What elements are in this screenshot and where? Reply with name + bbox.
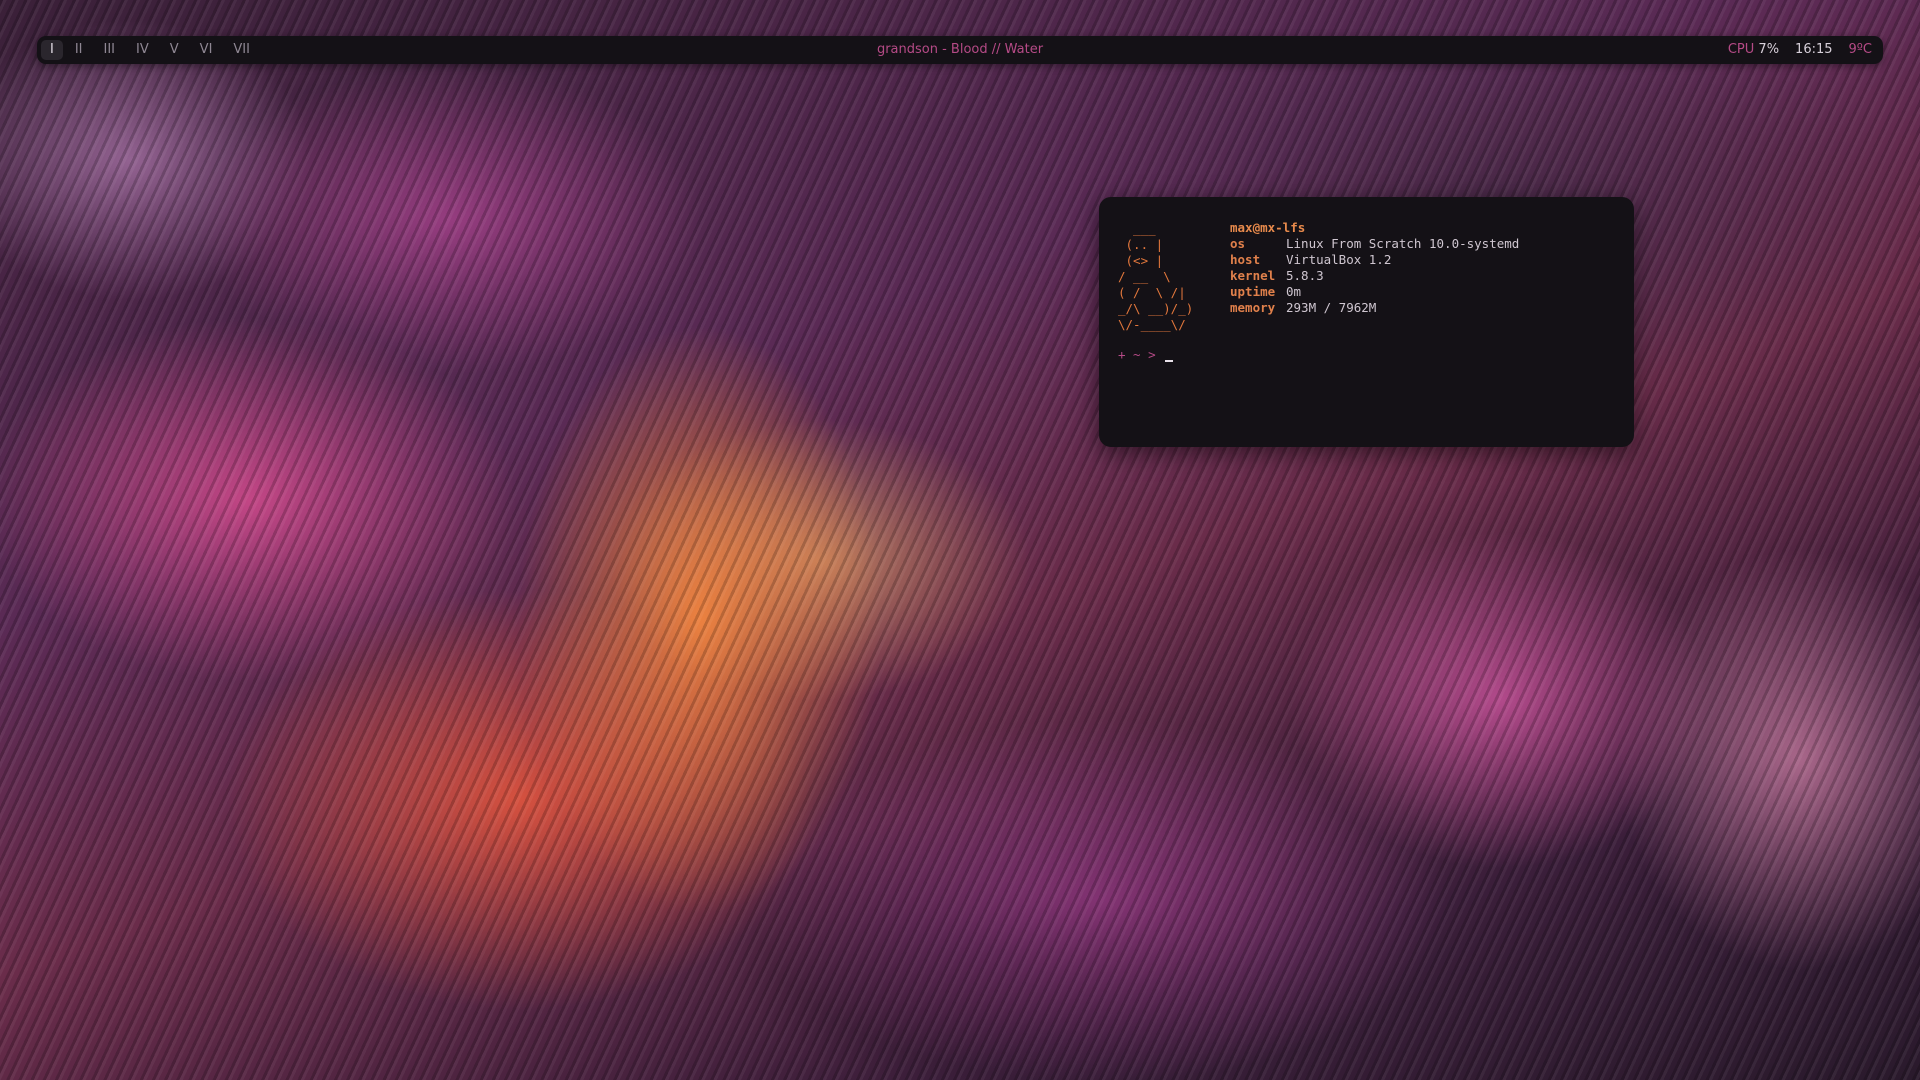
info-value: VirtualBox 1.2 bbox=[1286, 252, 1392, 267]
prompt-symbol: + ~ > bbox=[1118, 347, 1156, 362]
top-status-bar: I II III IV V VI VII grandson - Blood //… bbox=[37, 36, 1883, 64]
system-tray: CPU 7% 16:15 9ºC bbox=[1712, 36, 1872, 64]
info-value: Linux From Scratch 10.0-systemd bbox=[1286, 236, 1520, 251]
info-key: kernel bbox=[1230, 268, 1276, 283]
cpu-indicator: CPU 7% bbox=[1728, 36, 1779, 64]
distro-ascii-logo: ___ (.. | (<> | / __ \ ( / \ /| _/\ __)/… bbox=[1118, 221, 1194, 332]
info-row-memory: memory 293M / 7962M bbox=[1230, 300, 1519, 316]
cpu-value: 7% bbox=[1758, 42, 1780, 57]
info-row-host: host VirtualBox 1.2 bbox=[1230, 252, 1519, 268]
info-row-uptime: uptime 0m bbox=[1230, 284, 1519, 300]
info-row-os: os Linux From Scratch 10.0-systemd bbox=[1230, 236, 1519, 252]
user-host: max@mx-lfs bbox=[1230, 220, 1306, 235]
info-value: 0m bbox=[1286, 284, 1302, 299]
info-key: memory bbox=[1230, 300, 1276, 315]
info-value: 5.8.3 bbox=[1286, 268, 1324, 283]
text-cursor bbox=[1165, 360, 1174, 362]
now-playing-title[interactable]: grandson - Blood // Water bbox=[37, 36, 1883, 64]
clock[interactable]: 16:15 bbox=[1795, 36, 1832, 64]
info-key: os bbox=[1230, 236, 1246, 251]
temperature-indicator: 9ºC bbox=[1848, 42, 1872, 57]
terminal-window[interactable]: ___ (.. | (<> | / __ \ ( / \ /| _/\ __)/… bbox=[1099, 197, 1634, 447]
system-info: max@mx-lfs os Linux From Scratch 10.0-sy… bbox=[1230, 220, 1519, 316]
cpu-label: CPU bbox=[1727, 42, 1755, 57]
shell-prompt[interactable]: + ~ > bbox=[1118, 347, 1174, 363]
info-value: 293M / 7962M bbox=[1286, 300, 1377, 315]
desktop-wallpaper bbox=[0, 0, 1920, 1080]
info-key: host bbox=[1230, 252, 1261, 267]
info-row-kernel: kernel 5.8.3 bbox=[1230, 268, 1519, 284]
info-key: uptime bbox=[1230, 284, 1276, 299]
